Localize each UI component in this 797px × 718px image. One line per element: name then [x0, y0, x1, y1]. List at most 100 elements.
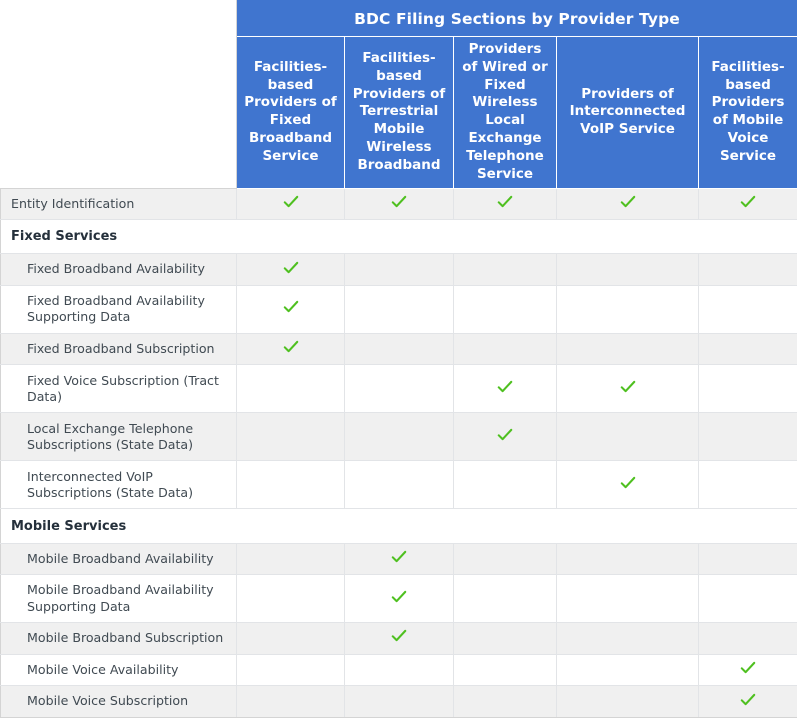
empty-cell [556, 412, 699, 462]
check-icon [740, 194, 756, 210]
check-icon [620, 379, 636, 395]
checkmark-cell [236, 253, 345, 286]
table-row: Entity Identification [0, 187, 797, 221]
column-header-2: Facilities-based Providers of Terrestria… [344, 36, 454, 189]
empty-cell [344, 685, 454, 718]
row-label: Mobile Broadband Subscription [0, 622, 237, 655]
section-heading: Mobile Services [0, 508, 797, 544]
check-icon [497, 194, 513, 210]
table-row: Mobile Broadband Availability [0, 542, 797, 576]
table-row: Fixed Broadband Availability [0, 253, 797, 286]
section-row: Fixed Services [0, 219, 797, 255]
column-header-1: Facilities-based Providers of Fixed Broa… [236, 36, 345, 189]
empty-cell [556, 253, 699, 286]
table-row: Local Exchange Telephone Subscriptions (… [0, 412, 797, 462]
empty-cell [344, 460, 454, 510]
empty-cell [453, 542, 557, 576]
empty-cell [697, 253, 797, 286]
empty-cell [453, 284, 557, 334]
table-row: Mobile Voice Availability [0, 653, 797, 687]
row-label: Fixed Broadband Subscription [0, 332, 237, 366]
section-heading: Fixed Services [0, 219, 797, 255]
checkmark-cell [236, 284, 345, 334]
checkmark-cell [344, 187, 454, 221]
row-label: Mobile Voice Availability [0, 653, 237, 687]
check-icon [283, 260, 299, 276]
row-label: Entity Identification [0, 187, 237, 221]
empty-cell [556, 574, 699, 624]
check-icon [740, 692, 756, 708]
section-row: Mobile Services [0, 508, 797, 544]
checkmark-cell [236, 187, 345, 221]
empty-cell [556, 685, 699, 718]
table-header: BDC Filing Sections by Provider Type Fac… [0, 0, 797, 189]
empty-cell [556, 332, 699, 366]
column-header-4: Providers of Interconnected VoIP Service [556, 36, 699, 189]
empty-cell [236, 542, 345, 576]
empty-cell [453, 253, 557, 286]
row-label: Local Exchange Telephone Subscriptions (… [0, 412, 237, 462]
checkmark-cell [697, 187, 797, 221]
check-icon [391, 589, 407, 605]
check-icon [283, 299, 299, 315]
table-body: Entity Identification Fixed Services Fixed… [0, 187, 797, 718]
table-row: Fixed Broadband Availability Supporting … [0, 284, 797, 334]
check-icon [283, 194, 299, 210]
table-row: Mobile Broadband Subscription [0, 622, 797, 655]
empty-cell [344, 412, 454, 462]
row-label: Fixed Broadband Availability Supporting … [0, 284, 237, 334]
empty-cell [344, 253, 454, 286]
check-icon [391, 194, 407, 210]
empty-cell [697, 364, 797, 414]
check-icon [391, 628, 407, 644]
empty-cell [344, 364, 454, 414]
empty-cell [236, 653, 345, 687]
empty-cell [344, 332, 454, 366]
empty-cell [344, 284, 454, 334]
row-label: Mobile Voice Subscription [0, 685, 237, 718]
empty-cell [556, 284, 699, 334]
row-label: Interconnected VoIP Subscriptions (State… [0, 460, 237, 510]
table-row: Interconnected VoIP Subscriptions (State… [0, 460, 797, 510]
empty-cell [697, 622, 797, 655]
checkmark-cell [453, 364, 557, 414]
checkmark-cell [556, 364, 699, 414]
check-icon [620, 475, 636, 491]
check-icon [740, 660, 756, 676]
checkmark-cell [697, 653, 797, 687]
table-row: Mobile Voice Subscription [0, 685, 797, 718]
table-row: Fixed Voice Subscription (Tract Data) [0, 364, 797, 414]
empty-cell [697, 574, 797, 624]
check-icon [283, 339, 299, 355]
empty-cell [556, 653, 699, 687]
table-title: BDC Filing Sections by Provider Type [235, 0, 797, 37]
empty-cell [236, 622, 345, 655]
checkmark-cell [344, 622, 454, 655]
empty-cell [556, 542, 699, 576]
checkmark-cell [344, 574, 454, 624]
table-row: Fixed Broadband Subscription [0, 332, 797, 366]
empty-cell [453, 653, 557, 687]
empty-cell [453, 622, 557, 655]
empty-cell [236, 412, 345, 462]
check-icon [497, 379, 513, 395]
column-header-3: Providers of Wired or Fixed Wireless Loc… [453, 36, 557, 189]
empty-cell [697, 542, 797, 576]
empty-cell [344, 653, 454, 687]
empty-cell [236, 460, 345, 510]
checkmark-cell [453, 187, 557, 221]
check-icon [391, 549, 407, 565]
check-icon [620, 194, 636, 210]
checkmark-cell [556, 187, 699, 221]
checkmark-cell [453, 412, 557, 462]
empty-cell [453, 685, 557, 718]
row-label: Fixed Broadband Availability [0, 253, 237, 286]
empty-cell [697, 332, 797, 366]
empty-cell [236, 364, 345, 414]
table-title-row: BDC Filing Sections by Provider Type [0, 0, 797, 189]
empty-cell [453, 460, 557, 510]
empty-cell [453, 574, 557, 624]
row-label: Mobile Broadband Availability Supporting… [0, 574, 237, 624]
corner-cell [0, 0, 237, 189]
check-icon [497, 427, 513, 443]
